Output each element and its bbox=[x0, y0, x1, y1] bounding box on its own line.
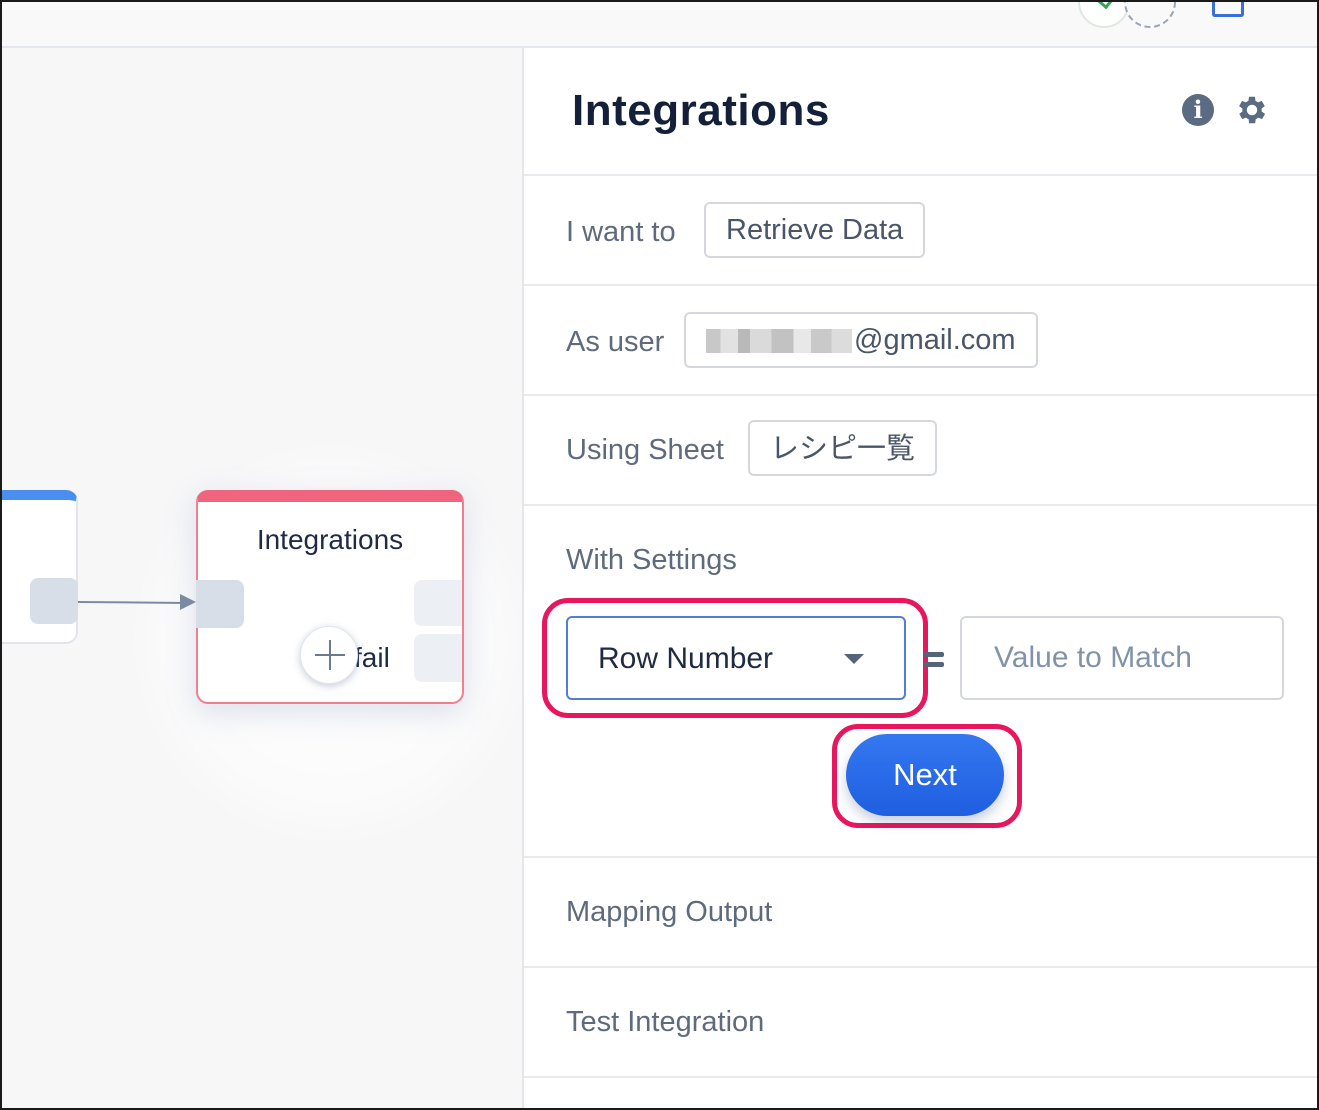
user-label: As user bbox=[566, 326, 665, 358]
equals-icon bbox=[924, 648, 946, 668]
panel-header: Integrations i bbox=[524, 48, 1317, 176]
node-success-port[interactable] bbox=[414, 580, 462, 626]
settings-label: With Settings bbox=[566, 544, 737, 576]
mapping-output-label: Mapping Output bbox=[566, 896, 773, 928]
flow-canvas[interactable]: Integrations fail bbox=[2, 48, 532, 1108]
app-frame: Integrations fail Integrations i I want … bbox=[0, 0, 1319, 1110]
test-integration-row[interactable]: Test Integration bbox=[524, 968, 1317, 1078]
value-to-match-input[interactable] bbox=[960, 616, 1284, 700]
user-row: As user @gmail.com bbox=[524, 286, 1317, 396]
document-icon[interactable] bbox=[1212, 2, 1244, 17]
sheet-select[interactable]: レシピ一覧 bbox=[748, 420, 938, 476]
check-avatar-icon[interactable] bbox=[1078, 2, 1130, 28]
panel-title: Integrations bbox=[572, 86, 830, 135]
action-label: I want to bbox=[566, 216, 676, 248]
add-collaborator-icon[interactable] bbox=[1124, 2, 1176, 28]
sheet-row: Using Sheet レシピ一覧 bbox=[524, 396, 1317, 506]
top-bar bbox=[2, 2, 1317, 48]
node-title: Integrations bbox=[256, 524, 404, 555]
sheet-label: Using Sheet bbox=[566, 434, 724, 466]
node-fail-port[interactable] bbox=[414, 634, 462, 682]
gear-icon[interactable] bbox=[1234, 92, 1270, 128]
connection-edge bbox=[77, 601, 187, 604]
select-highlight bbox=[542, 598, 928, 718]
integration-settings-panel: Integrations i I want to Retrieve Data A… bbox=[522, 48, 1317, 1108]
fail-label: fail bbox=[354, 642, 390, 673]
user-select[interactable]: @gmail.com bbox=[684, 312, 1038, 368]
redacted-email bbox=[706, 329, 852, 354]
test-integration-label: Test Integration bbox=[566, 1006, 765, 1038]
action-row: I want to Retrieve Data bbox=[524, 176, 1317, 286]
connection-arrow-icon bbox=[180, 594, 196, 610]
action-select[interactable]: Retrieve Data bbox=[704, 202, 926, 258]
previous-node-output-port[interactable] bbox=[30, 578, 78, 624]
add-step-button[interactable] bbox=[300, 626, 358, 684]
mapping-output-row[interactable]: Mapping Output bbox=[524, 858, 1317, 968]
next-button[interactable]: Next bbox=[846, 734, 1004, 816]
email-domain: @gmail.com bbox=[854, 324, 1016, 356]
info-icon[interactable]: i bbox=[1182, 94, 1214, 126]
node-input-port[interactable] bbox=[196, 580, 244, 628]
